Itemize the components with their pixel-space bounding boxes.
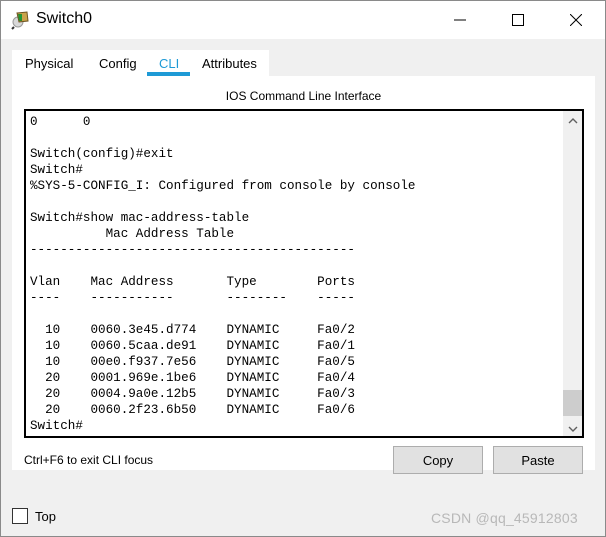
paste-button[interactable]: Paste	[493, 446, 583, 474]
terminal-line: Switch#	[30, 163, 83, 177]
close-button[interactable]	[553, 1, 599, 39]
tab-physical[interactable]: Physical	[25, 56, 73, 71]
close-icon	[570, 14, 582, 26]
terminal-line: 20 0001.969e.1be6 DYNAMIC Fa0/4	[30, 371, 355, 385]
terminal-line: Vlan Mac Address Type Ports	[30, 275, 355, 289]
tab-cli[interactable]: CLI	[159, 56, 179, 71]
terminal-line: Switch(config)#exit	[30, 147, 174, 161]
terminal-line: %SYS-5-CONFIG_I: Configured from console…	[30, 179, 416, 193]
terminal-line: 0 0	[30, 115, 91, 129]
terminal-line: ---- ----------- -------- -----	[30, 291, 355, 305]
scroll-down-button[interactable]	[563, 419, 582, 436]
minimize-button[interactable]	[437, 1, 483, 39]
terminal-line: 20 0060.2f23.6b50 DYNAMIC Fa0/6	[30, 403, 355, 417]
cli-focus-hint: Ctrl+F6 to exit CLI focus	[24, 453, 154, 467]
tab-config[interactable]: Config	[99, 56, 137, 71]
top-checkbox[interactable]	[12, 508, 28, 524]
terminal-output[interactable]: 0 0 Switch(config)#exit Switch# %SYS-5-CON…	[30, 114, 415, 434]
switch0-window: Switch0 Physical Config CLI Attributes I…	[0, 0, 606, 537]
terminal-line: 10 0060.5caa.de91 DYNAMIC Fa0/1	[30, 339, 355, 353]
maximize-icon	[512, 14, 524, 26]
terminal-line: 20 0004.9a0e.12b5 DYNAMIC Fa0/3	[30, 387, 355, 401]
cli-terminal[interactable]: 0 0 Switch(config)#exit Switch# %SYS-5-CON…	[24, 109, 584, 438]
chevron-up-icon	[568, 111, 578, 129]
tab-bar: Physical Config CLI Attributes	[12, 50, 269, 76]
top-checkbox-label[interactable]: Top	[35, 509, 56, 524]
terminal-line: Mac Address Table	[30, 227, 235, 241]
switch-device-icon	[11, 10, 31, 30]
maximize-button[interactable]	[495, 1, 541, 39]
cli-panel: IOS Command Line Interface 0 0 Switch(co…	[12, 76, 595, 474]
watermark: CSDN @qq_45912803	[431, 510, 578, 526]
terminal-line: 10 0060.3e45.d774 DYNAMIC Fa0/2	[30, 323, 355, 337]
terminal-line: ----------------------------------------…	[30, 243, 355, 257]
copy-button[interactable]: Copy	[393, 446, 483, 474]
terminal-line: 10 00e0.f937.7e56 DYNAMIC Fa0/5	[30, 355, 355, 369]
terminal-scrollbar[interactable]	[563, 111, 582, 436]
title-bar[interactable]: Switch0	[1, 1, 605, 39]
terminal-line: Switch#	[30, 419, 83, 433]
tab-attributes[interactable]: Attributes	[202, 56, 257, 71]
scroll-up-button[interactable]	[563, 111, 582, 128]
scroll-thumb[interactable]	[563, 390, 582, 416]
chevron-down-icon	[568, 419, 578, 437]
minimize-icon	[454, 14, 466, 26]
terminal-line: Switch#show mac-address-table	[30, 211, 250, 225]
cli-heading: IOS Command Line Interface	[225, 89, 382, 103]
window-title: Switch0	[36, 10, 93, 27]
